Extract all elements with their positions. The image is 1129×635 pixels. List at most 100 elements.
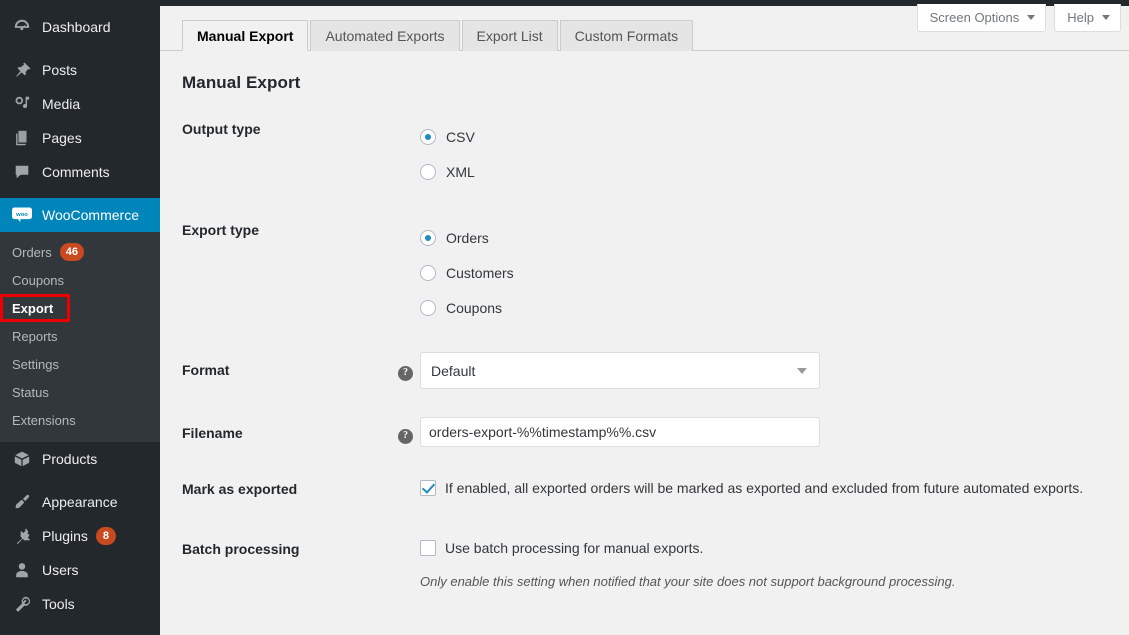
sidebar-item-label: Tools [42,596,75,612]
radio-label: XML [446,164,475,180]
paintbrush-icon [12,492,32,512]
radio-label: CSV [446,129,475,145]
sidebar-item-label: Plugins [42,528,88,544]
radio-label: Orders [446,230,489,246]
sidebar-item-comments[interactable]: Comments [0,155,160,189]
sidebar-item-label: WooCommerce [42,207,139,223]
radio-csv[interactable] [420,129,436,145]
tab-custom-formats[interactable]: Custom Formats [560,20,693,51]
filename-input[interactable] [420,417,820,447]
help-tip-icon[interactable]: ? [398,366,413,381]
radio-option-customers[interactable]: Customers [420,255,1109,290]
media-icon [12,94,32,114]
sidebar-item-woocommerce[interactable]: woo WooCommerce [0,198,160,232]
submenu-item-coupons[interactable]: Coupons [0,266,160,294]
plug-icon [12,526,32,546]
mark-as-exported-label: Mark as exported [160,479,398,497]
sidebar-divider [0,44,160,53]
woocommerce-icon: woo [12,205,32,225]
submenu-item-orders[interactable]: Orders 46 [0,238,160,266]
sidebar-item-label: Dashboard [42,19,111,35]
dashboard-icon [12,17,32,37]
radio-option-coupons[interactable]: Coupons [420,290,1109,325]
submenu-item-label: Extensions [12,413,76,428]
mark-as-exported-checkbox[interactable] [420,480,436,496]
sidebar-top-spacer [0,0,160,10]
output-type-options: CSV XML [420,119,1129,189]
sidebar-item-label: Pages [42,130,82,146]
submenu-item-extensions[interactable]: Extensions [0,406,160,434]
export-type-label: Export type [160,220,398,238]
field-row-batch-processing: Batch processing Use batch processing fo… [160,539,1129,589]
mark-as-exported-control: If enabled, all exported orders will be … [420,479,1129,497]
submenu-item-settings[interactable]: Settings [0,350,160,378]
admin-screen: Dashboard Posts Media Pages [0,0,1129,635]
orders-count-badge: 46 [60,243,84,261]
chevron-down-icon [797,368,807,374]
submenu-item-status[interactable]: Status [0,378,160,406]
sidebar-item-pages[interactable]: Pages [0,121,160,155]
field-row-format: Format ? Default [160,360,1129,389]
format-control: Default [420,360,1129,389]
comment-icon [12,162,32,182]
tab-label: Manual Export [197,28,293,44]
output-type-label: Output type [160,119,398,137]
sidebar-item-dashboard[interactable]: Dashboard [0,10,160,44]
pages-icon [12,128,32,148]
sidebar-item-label: Users [42,562,79,578]
mark-as-exported-description: If enabled, all exported orders will be … [445,479,1083,497]
tab-bar: Manual Export Automated Exports Export L… [160,19,1129,51]
sidebar-item-label: Appearance [42,494,118,510]
main-content: Screen Options Help Manual Export Automa… [160,0,1129,635]
checkbox-row-mark-as-exported[interactable]: If enabled, all exported orders will be … [420,479,1109,497]
sidebar-item-label: Media [42,96,80,112]
tab-label: Automated Exports [325,28,444,44]
radio-customers[interactable] [420,265,436,281]
filename-control [420,423,1129,447]
sidebar-item-tools[interactable]: Tools [0,587,160,621]
filename-label: Filename [160,423,398,441]
tab-label: Export List [477,28,543,44]
radio-option-orders[interactable]: Orders [420,220,1109,255]
sidebar-item-users[interactable]: Users [0,553,160,587]
format-help-col: ? [398,360,420,381]
export-settings-form: Output type CSV XML Export type [160,119,1129,589]
woocommerce-submenu: Orders 46 Coupons Export Reports Setting… [0,232,160,442]
radio-option-csv[interactable]: CSV [420,119,1109,154]
format-select[interactable]: Default [420,352,820,389]
field-row-output-type: Output type CSV XML [160,119,1129,189]
tab-automated-exports[interactable]: Automated Exports [310,20,459,51]
help-spacer [398,539,420,541]
export-type-options: Orders Customers Coupons [420,220,1129,325]
sidebar-item-label: Comments [42,164,110,180]
tab-manual-export[interactable]: Manual Export [182,20,308,51]
page-title: Manual Export [182,73,1129,93]
format-label: Format [160,360,398,378]
checkbox-row-batch-processing[interactable]: Use batch processing for manual exports. [420,539,1109,557]
tab-label: Custom Formats [575,28,678,44]
sidebar-item-media[interactable]: Media [0,87,160,121]
submenu-item-reports[interactable]: Reports [0,322,160,350]
sidebar-item-label: Posts [42,62,77,78]
tab-export-list[interactable]: Export List [462,20,558,51]
sidebar-item-appearance[interactable]: Appearance [0,485,160,519]
sidebar-item-products[interactable]: Products [0,442,160,476]
field-row-filename: Filename ? [160,423,1129,447]
radio-coupons[interactable] [420,300,436,316]
batch-processing-checkbox[interactable] [420,540,436,556]
sidebar-divider [0,189,160,198]
user-icon [12,560,32,580]
radio-option-xml[interactable]: XML [420,154,1109,189]
submenu-item-export[interactable]: Export [0,294,160,322]
submenu-item-label: Status [12,385,49,400]
svg-text:woo: woo [15,212,28,218]
radio-label: Customers [446,265,514,281]
radio-xml[interactable] [420,164,436,180]
submenu-item-label: Coupons [12,273,64,288]
sidebar-item-posts[interactable]: Posts [0,53,160,87]
radio-orders[interactable] [420,230,436,246]
submenu-item-label: Settings [12,357,59,372]
admin-sidebar: Dashboard Posts Media Pages [0,0,160,635]
help-tip-icon[interactable]: ? [398,429,413,444]
sidebar-item-plugins[interactable]: Plugins 8 [0,519,160,553]
